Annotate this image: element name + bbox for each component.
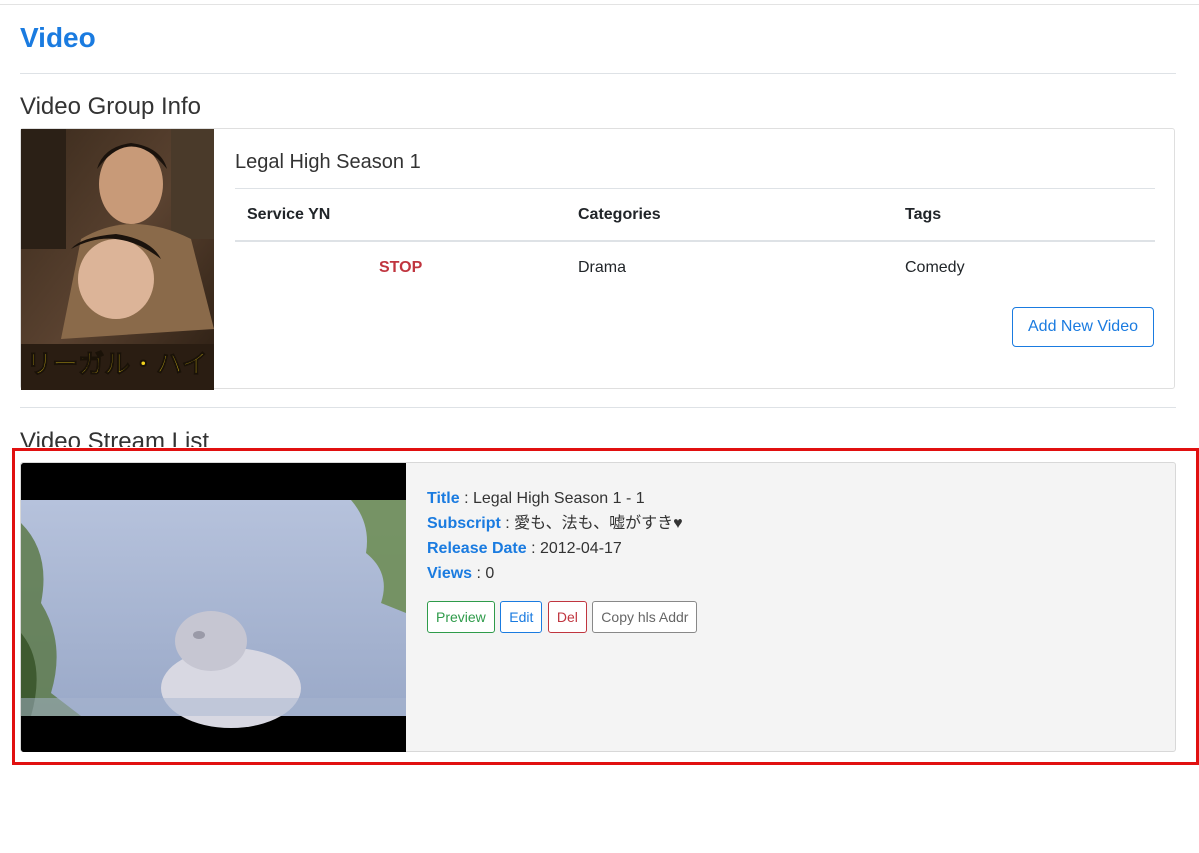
video-group-info-heading: Video Group Info	[20, 93, 202, 120]
header-categories: Categories	[578, 206, 661, 223]
table-header-row: Service YN Categories Tags	[235, 188, 1155, 242]
video-group-card: リーガル・ハイ Legal High Season 1 Service YN C…	[20, 128, 1175, 390]
group-info-table: Service YN Categories Tags STOP Drama Co…	[235, 188, 1155, 293]
poster-art: リーガル・ハイ	[21, 129, 214, 390]
section-divider	[20, 407, 1176, 408]
tags-value: Comedy	[905, 259, 965, 276]
video-group-name: Legal High Season 1	[235, 151, 421, 173]
video-stream-list-heading: Video Stream List	[20, 428, 209, 447]
header-tags: Tags	[905, 206, 942, 223]
page-title: Video	[20, 22, 96, 53]
categories-value: Drama	[578, 259, 627, 276]
service-status-badge: STOP	[379, 259, 423, 276]
highlight-box	[12, 448, 1199, 765]
poster-image: リーガル・ハイ	[21, 129, 214, 390]
header-service-yn: Service YN	[247, 206, 331, 223]
poster-caption: リーガル・ハイ	[26, 350, 207, 380]
title-divider	[20, 73, 1176, 74]
top-divider	[0, 4, 1199, 5]
table-row: STOP Drama Comedy	[235, 242, 1155, 293]
add-new-video-button[interactable]: Add New Video	[1012, 307, 1154, 347]
